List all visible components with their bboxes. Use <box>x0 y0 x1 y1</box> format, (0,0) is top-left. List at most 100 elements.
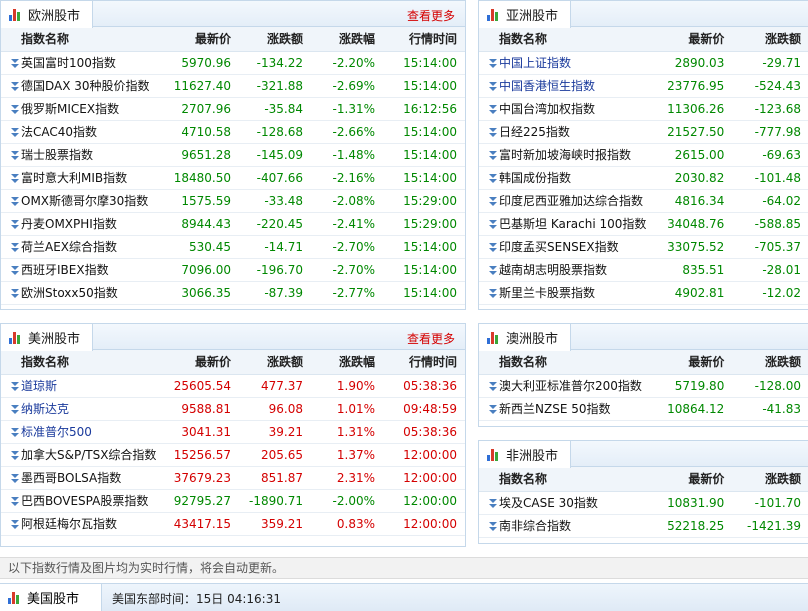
index-name-cell[interactable]: 埃及CASE 30指数 <box>479 491 660 515</box>
index-name-cell[interactable]: 墨西哥BOLSA指数 <box>1 466 171 490</box>
index-name[interactable]: 埃及CASE 30指数 <box>499 496 598 510</box>
expand-arrow-icon[interactable] <box>485 217 499 231</box>
table-row[interactable]: 富时新加坡海峡时报指数 2615.00 -69.63 <box>479 143 808 167</box>
expand-arrow-icon[interactable] <box>7 448 21 462</box>
table-row[interactable]: 澳大利亚标准普尔200指数 5719.80 -128.00 <box>479 374 808 398</box>
index-name-cell[interactable]: 标准普尔500 <box>1 420 171 444</box>
index-name-cell[interactable]: 新西兰NZSE 50指数 <box>479 397 660 421</box>
expand-arrow-icon[interactable] <box>7 171 21 185</box>
expand-arrow-icon[interactable] <box>485 496 499 510</box>
index-name[interactable]: 富时新加坡海峡时报指数 <box>499 148 631 162</box>
index-name[interactable]: 澳大利亚标准普尔200指数 <box>499 379 642 393</box>
table-row[interactable]: 埃及CASE 30指数 10831.90 -101.70 <box>479 491 808 515</box>
oceania-tab[interactable]: 澳洲股市 <box>478 323 572 351</box>
table-row[interactable]: 韩国成份指数 2030.82 -101.48 <box>479 166 808 190</box>
expand-arrow-icon[interactable] <box>7 494 21 508</box>
index-name[interactable]: 日经225指数 <box>499 125 570 139</box>
index-name-cell[interactable]: 巴西BOVESPA股票指数 <box>1 489 171 513</box>
table-row[interactable]: 纳斯达克 9588.81 96.08 1.01% 09:48:59 <box>1 397 465 421</box>
table-row[interactable]: 中国香港恒生指数 23776.95 -524.43 <box>479 74 808 98</box>
expand-arrow-icon[interactable] <box>7 194 21 208</box>
expand-arrow-icon[interactable] <box>485 102 499 116</box>
table-row[interactable]: 巴西BOVESPA股票指数 92795.27 -1890.71 -2.00% 12:00… <box>1 489 465 513</box>
index-name[interactable]: 巴基斯坦 Karachi 100指数 <box>499 217 646 231</box>
index-name[interactable]: 巴西BOVESPA股票指数 <box>21 494 148 508</box>
index-name[interactable]: 法CAC40指数 <box>21 125 97 139</box>
index-name[interactable]: 越南胡志明股票指数 <box>499 263 607 277</box>
index-name[interactable]: 印度尼西亚雅加达综合指数 <box>499 194 643 208</box>
expand-arrow-icon[interactable] <box>7 286 21 300</box>
expand-arrow-icon[interactable] <box>7 102 21 116</box>
expand-arrow-icon[interactable] <box>485 286 499 300</box>
index-name[interactable]: 标准普尔500 <box>21 425 92 439</box>
europe-tab[interactable]: 欧洲股市 <box>0 0 94 28</box>
index-name[interactable]: 西班牙IBEX指数 <box>21 263 109 277</box>
index-name[interactable]: 中国台湾加权指数 <box>499 102 595 116</box>
expand-arrow-icon[interactable] <box>485 519 499 533</box>
index-name[interactable]: 南非综合指数 <box>499 519 571 533</box>
table-row[interactable]: 巴基斯坦 Karachi 100指数 34048.76 -588.85 <box>479 212 808 236</box>
expand-arrow-icon[interactable] <box>7 79 21 93</box>
expand-arrow-icon[interactable] <box>485 402 499 416</box>
index-name[interactable]: 加拿大S&P/TSX综合指数 <box>21 448 156 462</box>
expand-arrow-icon[interactable] <box>485 171 499 185</box>
index-name[interactable]: 韩国成份指数 <box>499 171 571 185</box>
table-row[interactable]: 欧洲Stoxx50指数 3066.35 -87.39 -2.77% 15:14:00 <box>1 281 465 305</box>
table-row[interactable]: 标准普尔500 3041.31 39.21 1.31% 05:38:36 <box>1 420 465 444</box>
america-more-link[interactable]: 查看更多 <box>407 330 455 347</box>
index-name-cell[interactable]: 南非综合指数 <box>479 514 660 538</box>
index-name-cell[interactable]: 中国香港恒生指数 <box>479 74 660 98</box>
expand-arrow-icon[interactable] <box>7 517 21 531</box>
index-name[interactable]: 德国DAX 30种股价指数 <box>21 79 150 93</box>
index-name[interactable]: 道琼斯 <box>21 379 57 393</box>
expand-arrow-icon[interactable] <box>7 379 21 393</box>
index-name-cell[interactable]: 澳大利亚标准普尔200指数 <box>479 374 660 398</box>
index-name[interactable]: 瑞士股票指数 <box>21 148 93 162</box>
index-name-cell[interactable]: 西班牙IBEX指数 <box>1 258 171 282</box>
africa-tab[interactable]: 非洲股市 <box>478 440 572 468</box>
expand-arrow-icon[interactable] <box>485 194 499 208</box>
table-row[interactable]: 加拿大S&P/TSX综合指数 15256.57 205.65 1.37% 12:00:0… <box>1 443 465 467</box>
index-name-cell[interactable]: 中国上证指数 <box>479 51 660 75</box>
index-name-cell[interactable]: 德国DAX 30种股价指数 <box>1 74 171 98</box>
index-name-cell[interactable]: 俄罗斯MICEX指数 <box>1 97 171 121</box>
expand-arrow-icon[interactable] <box>485 148 499 162</box>
index-name[interactable]: 俄罗斯MICEX指数 <box>21 102 119 116</box>
index-name-cell[interactable]: 日经225指数 <box>479 120 660 144</box>
expand-arrow-icon[interactable] <box>7 402 21 416</box>
index-name[interactable]: 墨西哥BOLSA指数 <box>21 471 121 485</box>
table-row[interactable]: 俄罗斯MICEX指数 2707.96 -35.84 -1.31% 16:12:56 <box>1 97 465 121</box>
index-name[interactable]: 中国香港恒生指数 <box>499 79 595 93</box>
expand-arrow-icon[interactable] <box>7 425 21 439</box>
table-row[interactable]: 德国DAX 30种股价指数 11627.40 -321.88 -2.69% 15:14:… <box>1 74 465 98</box>
index-name-cell[interactable]: 越南胡志明股票指数 <box>479 258 660 282</box>
table-row[interactable]: 荷兰AEX综合指数 530.45 -14.71 -2.70% 15:14:00 <box>1 235 465 259</box>
index-name-cell[interactable]: 印度尼西亚雅加达综合指数 <box>479 189 660 213</box>
index-name-cell[interactable]: 阿根廷梅尔瓦指数 <box>1 512 171 536</box>
europe-more-link[interactable]: 查看更多 <box>407 7 455 24</box>
table-row[interactable]: 斯里兰卡股票指数 4902.81 -12.02 <box>479 281 808 305</box>
index-name-cell[interactable]: 中国台湾加权指数 <box>479 97 660 121</box>
expand-arrow-icon[interactable] <box>7 125 21 139</box>
index-name[interactable]: 英国富时100指数 <box>21 56 116 70</box>
expand-arrow-icon[interactable] <box>7 56 21 70</box>
us-market-tab[interactable]: 美国股市 <box>0 584 102 611</box>
table-row[interactable]: 英国富时100指数 5970.96 -134.22 -2.20% 15:14:00 <box>1 51 465 75</box>
expand-arrow-icon[interactable] <box>7 263 21 277</box>
expand-arrow-icon[interactable] <box>485 79 499 93</box>
index-name-cell[interactable]: OMX斯德哥尔摩30指数 <box>1 189 171 213</box>
table-row[interactable]: 瑞士股票指数 9651.28 -145.09 -1.48% 15:14:00 <box>1 143 465 167</box>
index-name-cell[interactable]: 法CAC40指数 <box>1 120 171 144</box>
index-name-cell[interactable]: 瑞士股票指数 <box>1 143 171 167</box>
table-row[interactable]: 中国上证指数 2890.03 -29.71 <box>479 51 808 75</box>
index-name[interactable]: 丹麦OMXPHI指数 <box>21 217 117 231</box>
table-row[interactable]: OMX斯德哥尔摩30指数 1575.59 -33.48 -2.08% 15:29:00 <box>1 189 465 213</box>
expand-arrow-icon[interactable] <box>485 379 499 393</box>
index-name-cell[interactable]: 纳斯达克 <box>1 397 171 421</box>
index-name[interactable]: 中国上证指数 <box>499 56 571 70</box>
index-name-cell[interactable]: 富时新加坡海峡时报指数 <box>479 143 660 167</box>
index-name-cell[interactable]: 道琼斯 <box>1 374 171 398</box>
expand-arrow-icon[interactable] <box>485 125 499 139</box>
table-row[interactable]: 丹麦OMXPHI指数 8944.43 -220.45 -2.41% 15:29:00 <box>1 212 465 236</box>
table-row[interactable]: 南非综合指数 52218.25 -1421.39 <box>479 514 808 538</box>
